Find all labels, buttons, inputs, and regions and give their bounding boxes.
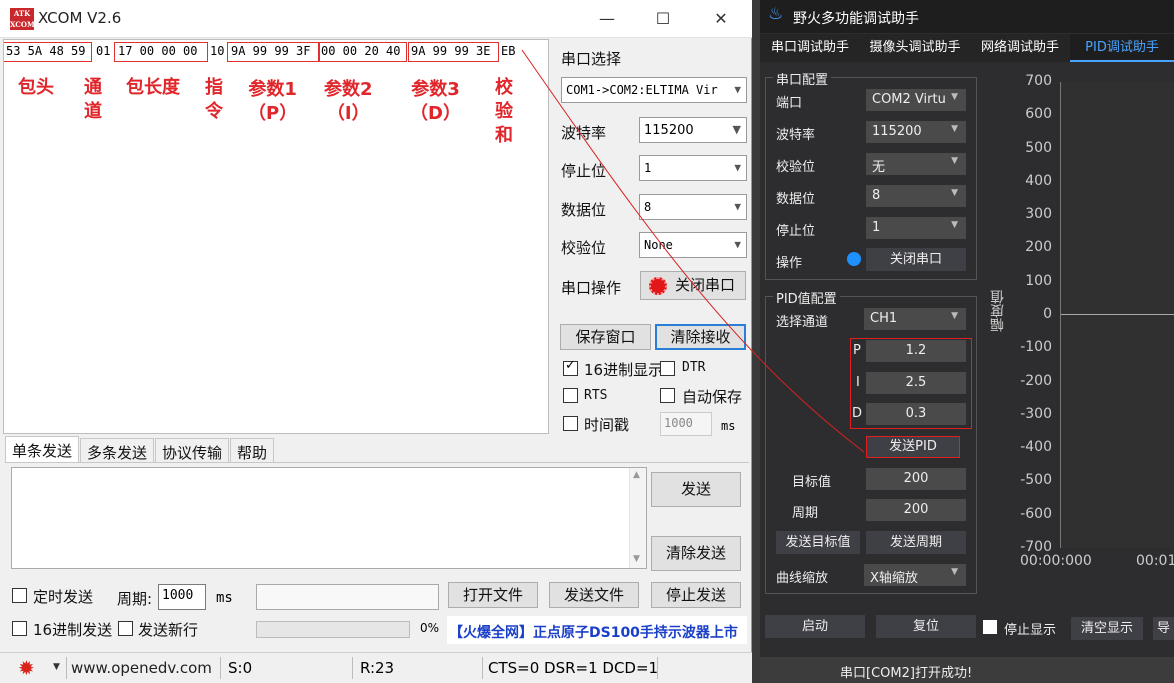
annotation-arrow-path: [521, 49, 865, 453]
annotation-line: [521, 49, 865, 453]
